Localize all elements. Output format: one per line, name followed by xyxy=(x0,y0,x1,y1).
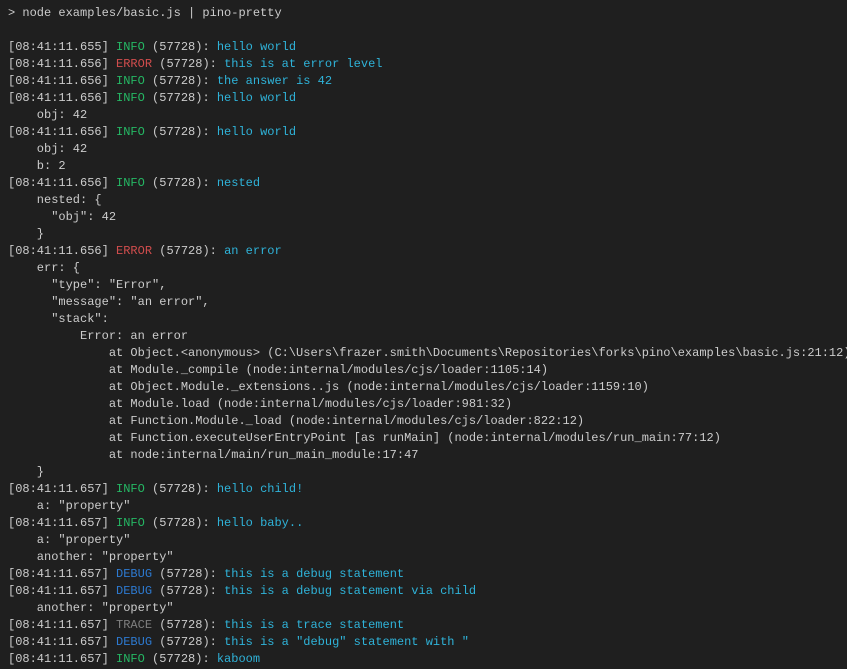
log-timestamp: [08:41:11.657] xyxy=(8,482,116,496)
log-line: [08:41:11.657] INFO (57728): hello child… xyxy=(8,481,847,498)
log-line: [08:41:11.657] DEBUG (57728): this is a … xyxy=(8,583,847,600)
log-level-badge: INFO xyxy=(116,482,145,496)
log-detail-line: a: "property" xyxy=(8,498,847,515)
log-line: [08:41:11.657] DEBUG (57728): this is a … xyxy=(8,566,847,583)
log-detail-line: Error: an error xyxy=(8,328,847,345)
log-detail-line: "stack": xyxy=(8,311,847,328)
log-pid: (57728): xyxy=(145,482,217,496)
log-line: [08:41:11.656] INFO (57728): hello world xyxy=(8,124,847,141)
log-detail-line: } xyxy=(8,464,847,481)
log-pid: (57728): xyxy=(145,176,217,190)
log-pid: (57728): xyxy=(145,40,217,54)
log-message: hello child! xyxy=(217,482,303,496)
log-timestamp: [08:41:11.657] xyxy=(8,567,116,581)
log-detail-line: at Function.Module._load (node:internal/… xyxy=(8,413,847,430)
log-level-badge: INFO xyxy=(116,74,145,88)
log-detail-line: obj: 42 xyxy=(8,141,847,158)
log-message: nested xyxy=(217,176,260,190)
log-timestamp: [08:41:11.656] xyxy=(8,176,116,190)
terminal[interactable]: > node examples/basic.js | pino-pretty [… xyxy=(0,0,847,669)
log-message: this is a debug statement via child xyxy=(224,584,476,598)
log-detail-line: "type": "Error", xyxy=(8,277,847,294)
log-timestamp: [08:41:11.656] xyxy=(8,244,116,258)
log-timestamp: [08:41:11.657] xyxy=(8,635,116,649)
log-timestamp: [08:41:11.657] xyxy=(8,652,116,666)
log-detail-line: at Module._compile (node:internal/module… xyxy=(8,362,847,379)
log-message: hello baby.. xyxy=(217,516,303,530)
log-timestamp: [08:41:11.656] xyxy=(8,125,116,139)
log-message: this is a debug statement xyxy=(224,567,404,581)
blank-line xyxy=(8,22,847,39)
log-line: [08:41:11.656] INFO (57728): the answer … xyxy=(8,73,847,90)
log-level-badge: INFO xyxy=(116,652,145,666)
log-message: an error xyxy=(224,244,282,258)
command-line: > node examples/basic.js | pino-pretty xyxy=(8,5,847,22)
log-timestamp: [08:41:11.657] xyxy=(8,516,116,530)
log-level-badge: DEBUG xyxy=(116,567,152,581)
log-pid: (57728): xyxy=(152,584,224,598)
log-level-badge: DEBUG xyxy=(116,635,152,649)
log-detail-line: err: { xyxy=(8,260,847,277)
log-detail-line: another: "property" xyxy=(8,600,847,617)
log-level-badge: TRACE xyxy=(116,618,152,632)
log-level-badge: ERROR xyxy=(116,244,152,258)
log-level-badge: INFO xyxy=(116,176,145,190)
log-pid: (57728): xyxy=(145,652,217,666)
log-line: [08:41:11.657] DEBUG (57728): this is a … xyxy=(8,634,847,651)
log-message: hello world xyxy=(217,91,296,105)
log-message: this is a "debug" statement with " xyxy=(224,635,469,649)
log-detail-line: at Function.executeUserEntryPoint [as ru… xyxy=(8,430,847,447)
log-timestamp: [08:41:11.656] xyxy=(8,91,116,105)
log-detail-line: "message": "an error", xyxy=(8,294,847,311)
log-message: hello world xyxy=(217,40,296,54)
log-pid: (57728): xyxy=(152,57,224,71)
log-message: hello world xyxy=(217,125,296,139)
log-timestamp: [08:41:11.656] xyxy=(8,57,116,71)
log-output: [08:41:11.655] INFO (57728): hello world… xyxy=(8,39,847,668)
log-detail-line: another: "property" xyxy=(8,549,847,566)
log-pid: (57728): xyxy=(145,74,217,88)
log-detail-line: } xyxy=(8,226,847,243)
log-timestamp: [08:41:11.657] xyxy=(8,618,116,632)
log-timestamp: [08:41:11.655] xyxy=(8,40,116,54)
log-line: [08:41:11.657] INFO (57728): kaboom xyxy=(8,651,847,668)
log-timestamp: [08:41:11.656] xyxy=(8,74,116,88)
log-detail-line: at node:internal/main/run_main_module:17… xyxy=(8,447,847,464)
log-message: the answer is 42 xyxy=(217,74,332,88)
log-message: this is a trace statement xyxy=(224,618,404,632)
log-level-badge: INFO xyxy=(116,516,145,530)
log-detail-line: "obj": 42 xyxy=(8,209,847,226)
log-detail-line: nested: { xyxy=(8,192,847,209)
log-line: [08:41:11.656] ERROR (57728): an error xyxy=(8,243,847,260)
log-pid: (57728): xyxy=(145,516,217,530)
log-pid: (57728): xyxy=(152,244,224,258)
log-pid: (57728): xyxy=(145,125,217,139)
log-line: [08:41:11.657] TRACE (57728): this is a … xyxy=(8,617,847,634)
log-detail-line: obj: 42 xyxy=(8,107,847,124)
log-line: [08:41:11.656] ERROR (57728): this is at… xyxy=(8,56,847,73)
log-level-badge: INFO xyxy=(116,125,145,139)
log-timestamp: [08:41:11.657] xyxy=(8,584,116,598)
log-detail-line: at Object.Module._extensions..js (node:i… xyxy=(8,379,847,396)
log-level-badge: DEBUG xyxy=(116,584,152,598)
log-pid: (57728): xyxy=(152,618,224,632)
log-pid: (57728): xyxy=(145,91,217,105)
log-line: [08:41:11.655] INFO (57728): hello world xyxy=(8,39,847,56)
log-line: [08:41:11.657] INFO (57728): hello baby.… xyxy=(8,515,847,532)
log-line: [08:41:11.656] INFO (57728): hello world xyxy=(8,90,847,107)
log-level-badge: ERROR xyxy=(116,57,152,71)
log-detail-line: b: 2 xyxy=(8,158,847,175)
log-detail-line: at Module.load (node:internal/modules/cj… xyxy=(8,396,847,413)
log-level-badge: INFO xyxy=(116,91,145,105)
log-message: this is at error level xyxy=(224,57,382,71)
log-message: kaboom xyxy=(217,652,260,666)
log-line: [08:41:11.656] INFO (57728): nested xyxy=(8,175,847,192)
log-detail-line: at Object.<anonymous> (C:\Users\frazer.s… xyxy=(8,345,847,362)
log-pid: (57728): xyxy=(152,567,224,581)
log-level-badge: INFO xyxy=(116,40,145,54)
log-detail-line: a: "property" xyxy=(8,532,847,549)
log-pid: (57728): xyxy=(152,635,224,649)
